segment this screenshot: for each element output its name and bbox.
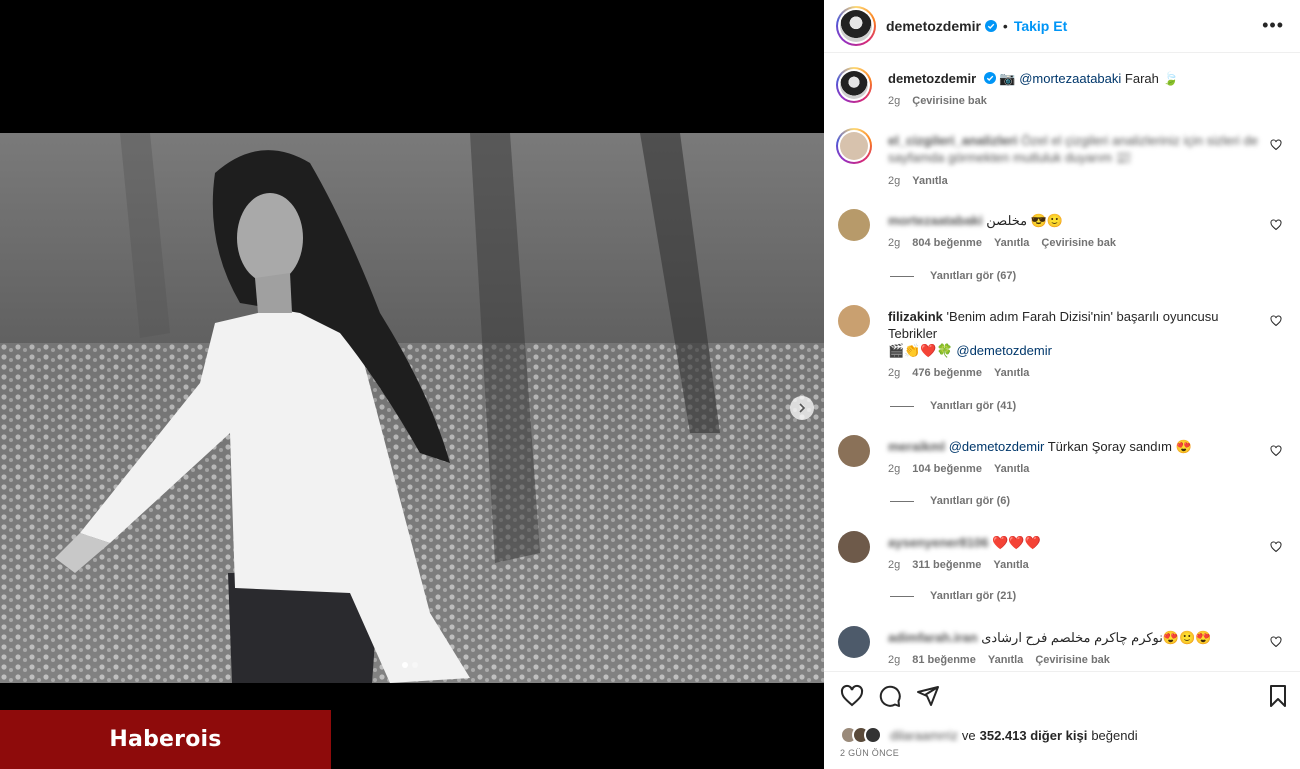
post-media: Haberois: [0, 0, 824, 769]
comment-likes[interactable]: 476 beğenme: [912, 365, 982, 382]
comment-text: Türkan Şoray sandım 😍: [1047, 439, 1192, 454]
view-replies-button[interactable]: Yanıtları gör (41): [890, 400, 1016, 412]
follow-button[interactable]: Takip Et: [1014, 18, 1067, 34]
caption-mention[interactable]: @mortezaatabaki: [1019, 71, 1121, 86]
post-time[interactable]: 2 GÜN ÖNCE: [840, 748, 899, 758]
chevron-right-icon: [799, 403, 806, 413]
avatar: [864, 726, 882, 744]
like-comment-icon[interactable]: [1270, 219, 1282, 231]
avatar[interactable]: [838, 435, 870, 467]
share-icon[interactable]: [916, 684, 940, 708]
avatar[interactable]: [836, 128, 872, 164]
camera-emoji: 📷: [999, 71, 1016, 86]
separator-dot: •: [1002, 18, 1008, 34]
comment-likes[interactable]: 104 beğenme: [912, 461, 982, 478]
likes-text-pre: ve: [961, 727, 976, 743]
comment-username[interactable]: meraikml: [888, 439, 945, 454]
comment-username[interactable]: el_cizgileri_analizleri: [888, 133, 1017, 148]
avatar[interactable]: [836, 6, 876, 46]
comment-text: نوکرم چاکرم مخلصم فرح ارشادی😍🙂😍: [981, 630, 1212, 645]
post-sidebar: demetozdemir • Takip Et ••• demetozdemir…: [824, 0, 1300, 769]
comment-text: ❤️❤️❤️: [992, 535, 1041, 550]
liker-username[interactable]: dilaraamrriz: [890, 728, 958, 743]
watermark-banner: Haberois: [0, 710, 331, 769]
comment-time[interactable]: 2g: [888, 93, 900, 110]
comment-likes[interactable]: 804 beğenme: [912, 235, 982, 252]
like-comment-icon[interactable]: [1270, 541, 1282, 553]
verified-badge-icon: [984, 20, 997, 32]
avatar[interactable]: [836, 67, 872, 103]
heart-icon[interactable]: [840, 684, 864, 708]
comment-time[interactable]: 2g: [888, 365, 900, 382]
translate-link[interactable]: Çevirisine bak: [1035, 652, 1110, 669]
avatar[interactable]: [838, 305, 870, 337]
view-replies-button[interactable]: Yanıtları gör (21): [890, 590, 1016, 602]
comment-text: مخلصن 😎🙂: [986, 213, 1064, 228]
comment-likes[interactable]: 311 beğenme: [912, 557, 981, 574]
translate-link[interactable]: Çevirisine bak: [912, 93, 987, 110]
avatar[interactable]: [838, 531, 870, 563]
comment-username[interactable]: aysenyener8106: [888, 535, 988, 550]
post-header: demetozdemir • Takip Et •••: [824, 0, 1300, 53]
next-photo-button[interactable]: [790, 396, 814, 420]
comment-username[interactable]: mortezaatabaki: [888, 213, 983, 228]
bookmark-icon[interactable]: [1266, 684, 1290, 708]
header-username[interactable]: demetozdemir: [886, 18, 981, 34]
leaf-emoji: 🍃: [1162, 71, 1179, 86]
view-replies-label: Yanıtları gör (6): [930, 495, 1011, 507]
view-replies-button[interactable]: Yanıtları gör (67): [890, 270, 1016, 282]
comment-emojis: 🎬👏❤️🍀: [888, 343, 953, 358]
caption-username[interactable]: demetozdemir: [888, 71, 976, 86]
carousel-dots: [402, 662, 418, 668]
comment-time[interactable]: 2g: [888, 557, 900, 574]
reply-link[interactable]: Yanıtla: [993, 557, 1028, 574]
avatar[interactable]: [838, 209, 870, 241]
view-replies-button[interactable]: Yanıtları gör (6): [890, 495, 1010, 507]
reply-link[interactable]: Yanıtla: [988, 652, 1023, 669]
like-comment-icon[interactable]: [1270, 636, 1282, 648]
comment-icon[interactable]: [878, 684, 902, 708]
likes-summary: dilaraamrriz ve 352.413 diğer kişi beğen…: [840, 726, 1138, 744]
comment-mention[interactable]: @demetozdemir: [949, 439, 1045, 454]
comment-time[interactable]: 2g: [888, 235, 900, 252]
carousel-dot: [412, 662, 418, 668]
reply-link[interactable]: Yanıtla: [912, 173, 947, 190]
reply-link[interactable]: Yanıtla: [994, 365, 1029, 382]
like-comment-icon[interactable]: [1270, 139, 1282, 151]
likes-count[interactable]: 352.413 diğer kişi: [980, 728, 1088, 743]
carousel-dot: [402, 662, 408, 668]
post-photo[interactable]: [0, 133, 824, 683]
comment-likes[interactable]: 81 beğenme: [912, 652, 976, 669]
comment-time[interactable]: 2g: [888, 461, 900, 478]
view-replies-label: Yanıtları gör (67): [930, 270, 1017, 282]
comment-time[interactable]: 2g: [888, 652, 900, 669]
view-replies-label: Yanıtları gör (41): [930, 400, 1017, 412]
post-actions: dilaraamrriz ve 352.413 diğer kişi beğen…: [824, 671, 1300, 769]
reply-link[interactable]: Yanıtla: [994, 235, 1029, 252]
verified-badge-icon: [983, 72, 996, 84]
comment-username[interactable]: filizakink: [888, 309, 943, 324]
comment-username[interactable]: adimfarah.iran: [888, 630, 978, 645]
like-comment-icon[interactable]: [1270, 445, 1282, 457]
watermark-text: Haberois: [109, 727, 222, 752]
comments-list: demetozdemir 📷 @mortezaatabaki Farah 🍃 2…: [824, 54, 1300, 670]
comment-time[interactable]: 2g: [888, 173, 900, 190]
translate-link[interactable]: Çevirisine bak: [1041, 235, 1116, 252]
like-comment-icon[interactable]: [1270, 315, 1282, 327]
likes-text-post: beğendi: [1091, 727, 1138, 743]
view-replies-label: Yanıtları gör (21): [930, 590, 1017, 602]
caption-text: Farah: [1124, 71, 1159, 86]
avatar[interactable]: [838, 626, 870, 658]
comment-mention[interactable]: @demetozdemir: [956, 343, 1052, 358]
more-horizontal-icon[interactable]: •••: [1262, 16, 1284, 34]
reply-link[interactable]: Yanıtla: [994, 461, 1029, 478]
